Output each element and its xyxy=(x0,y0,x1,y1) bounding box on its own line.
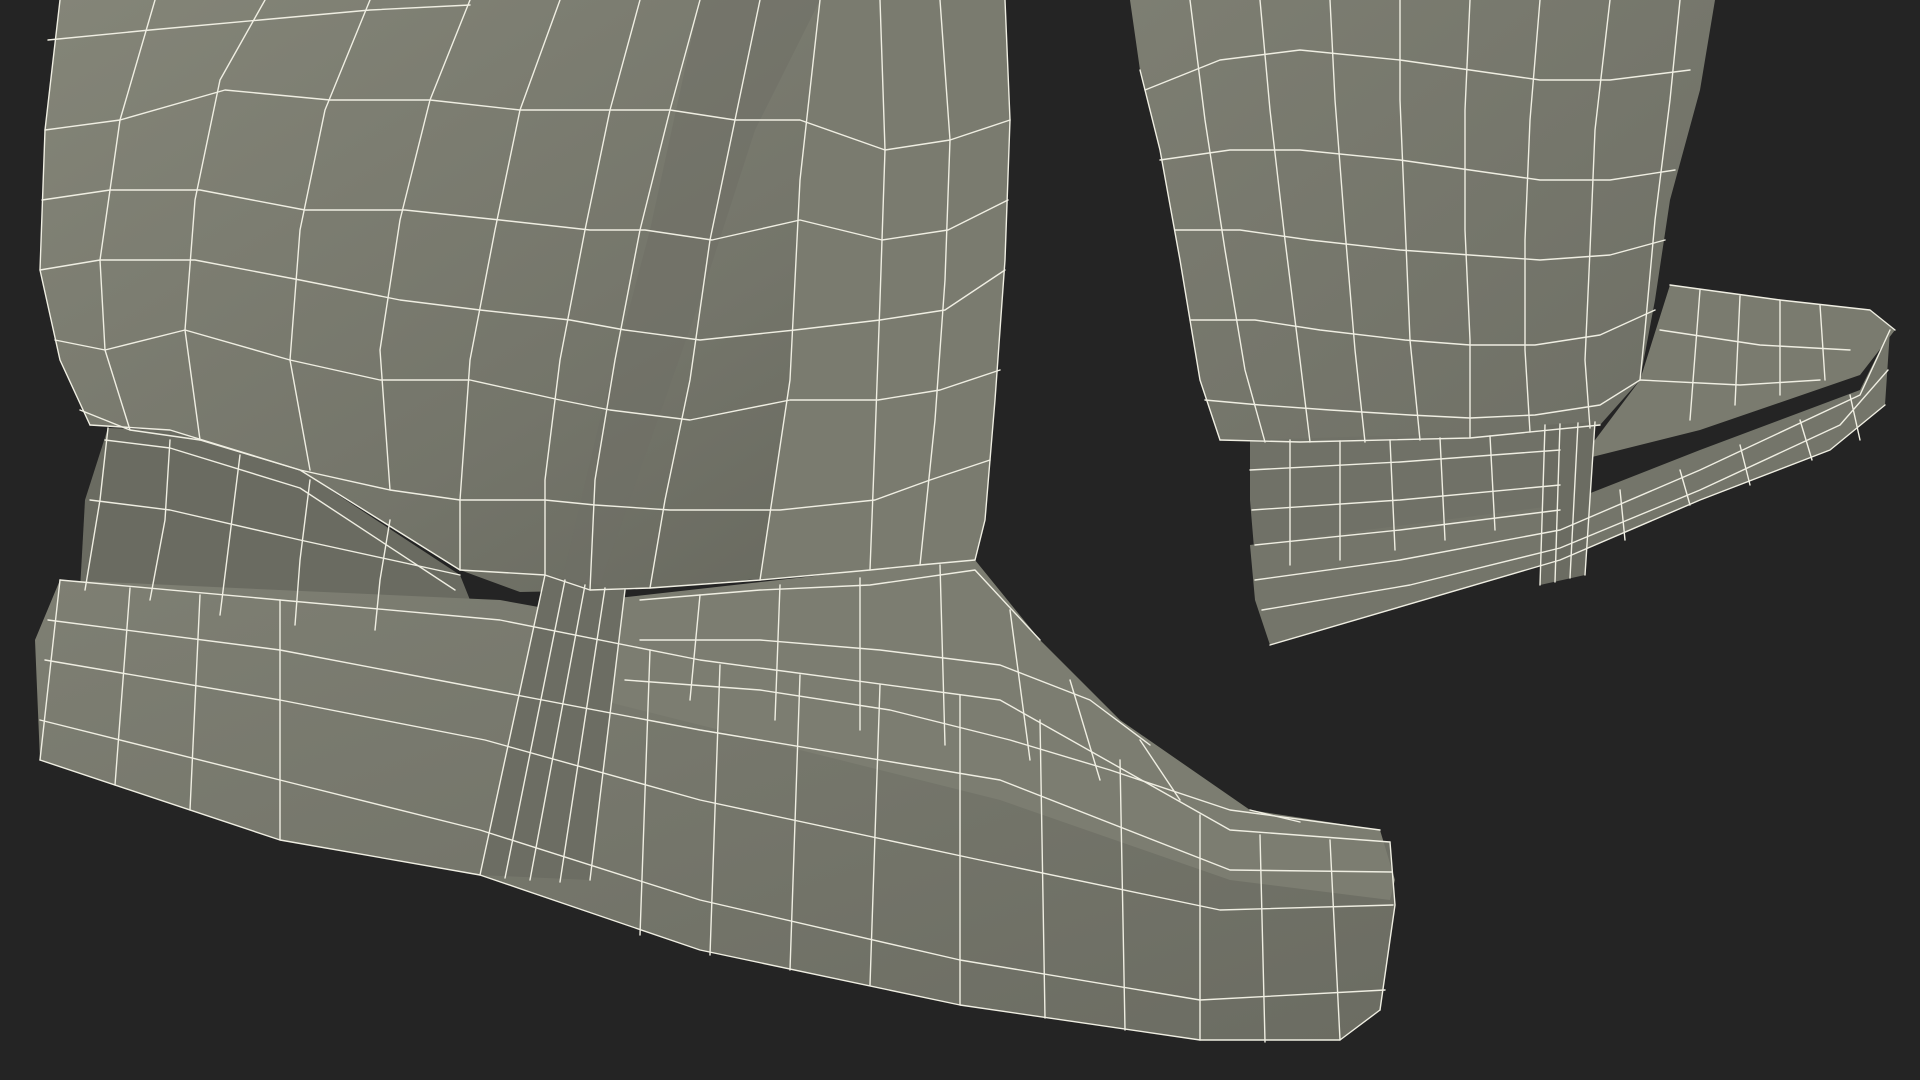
right-trouser-leg xyxy=(1130,0,1715,442)
wireframe-render xyxy=(35,0,1896,1043)
viewport xyxy=(0,0,1920,1080)
right-trouser-leg-surface xyxy=(1130,0,1715,442)
right-shoe-heel-strap xyxy=(1540,422,1595,585)
